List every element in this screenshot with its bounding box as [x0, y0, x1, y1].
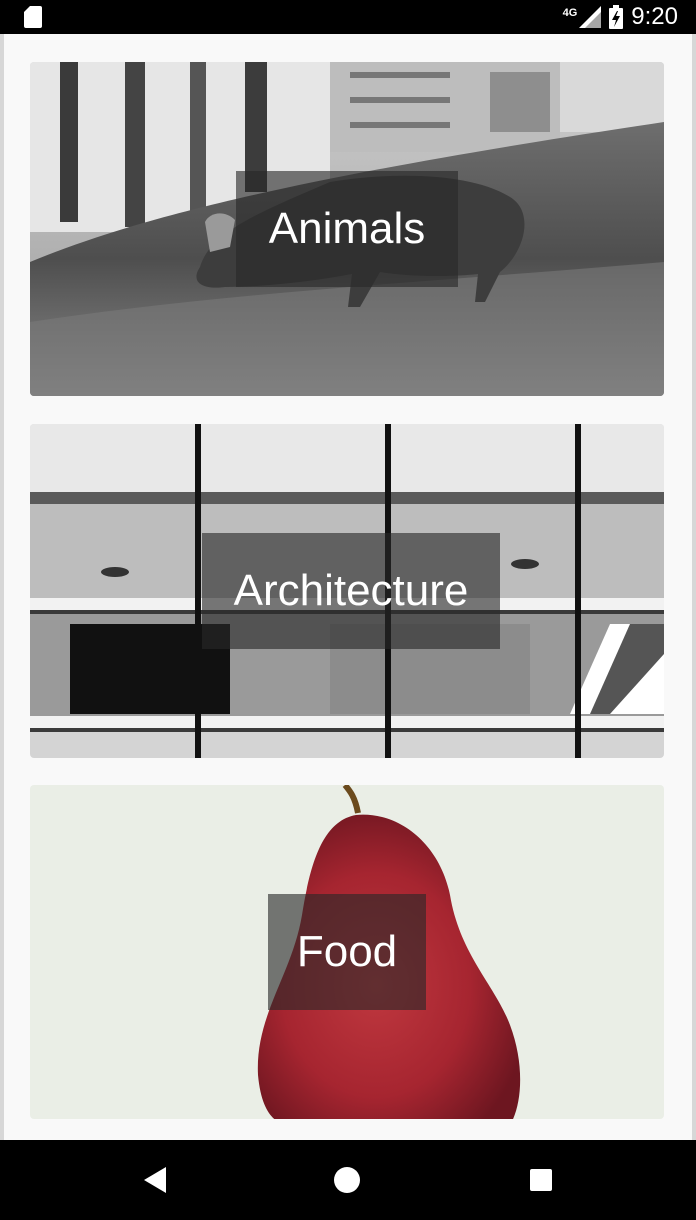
battery-charging-icon [609, 5, 624, 29]
home-button[interactable] [329, 1162, 365, 1198]
category-label-box: Food [268, 894, 426, 1010]
home-icon [334, 1167, 360, 1193]
category-card-food[interactable]: Food [30, 785, 664, 1119]
category-card-animals[interactable]: Animals [30, 62, 664, 396]
recents-button[interactable] [523, 1162, 559, 1198]
navigation-bar [0, 1140, 696, 1220]
network-type-label: 4G [562, 7, 578, 19]
back-button[interactable] [137, 1162, 173, 1198]
back-icon [144, 1167, 166, 1193]
clock: 9:20 [631, 3, 678, 30]
category-label: Animals [268, 204, 426, 253]
category-label-box: Animals [236, 171, 458, 287]
status-indicators: 4G 9:20 [563, 3, 678, 31]
background-edge-right [692, 34, 696, 1140]
category-label-box: Architecture [202, 533, 500, 649]
category-card-architecture[interactable]: Architecture [30, 424, 664, 758]
category-label: Food [296, 927, 398, 976]
category-label: Architecture [233, 566, 469, 615]
recents-icon [530, 1169, 552, 1191]
signal-icon [579, 6, 602, 28]
sd-card-icon [24, 6, 42, 28]
status-bar: 4G 9:20 [0, 0, 696, 34]
